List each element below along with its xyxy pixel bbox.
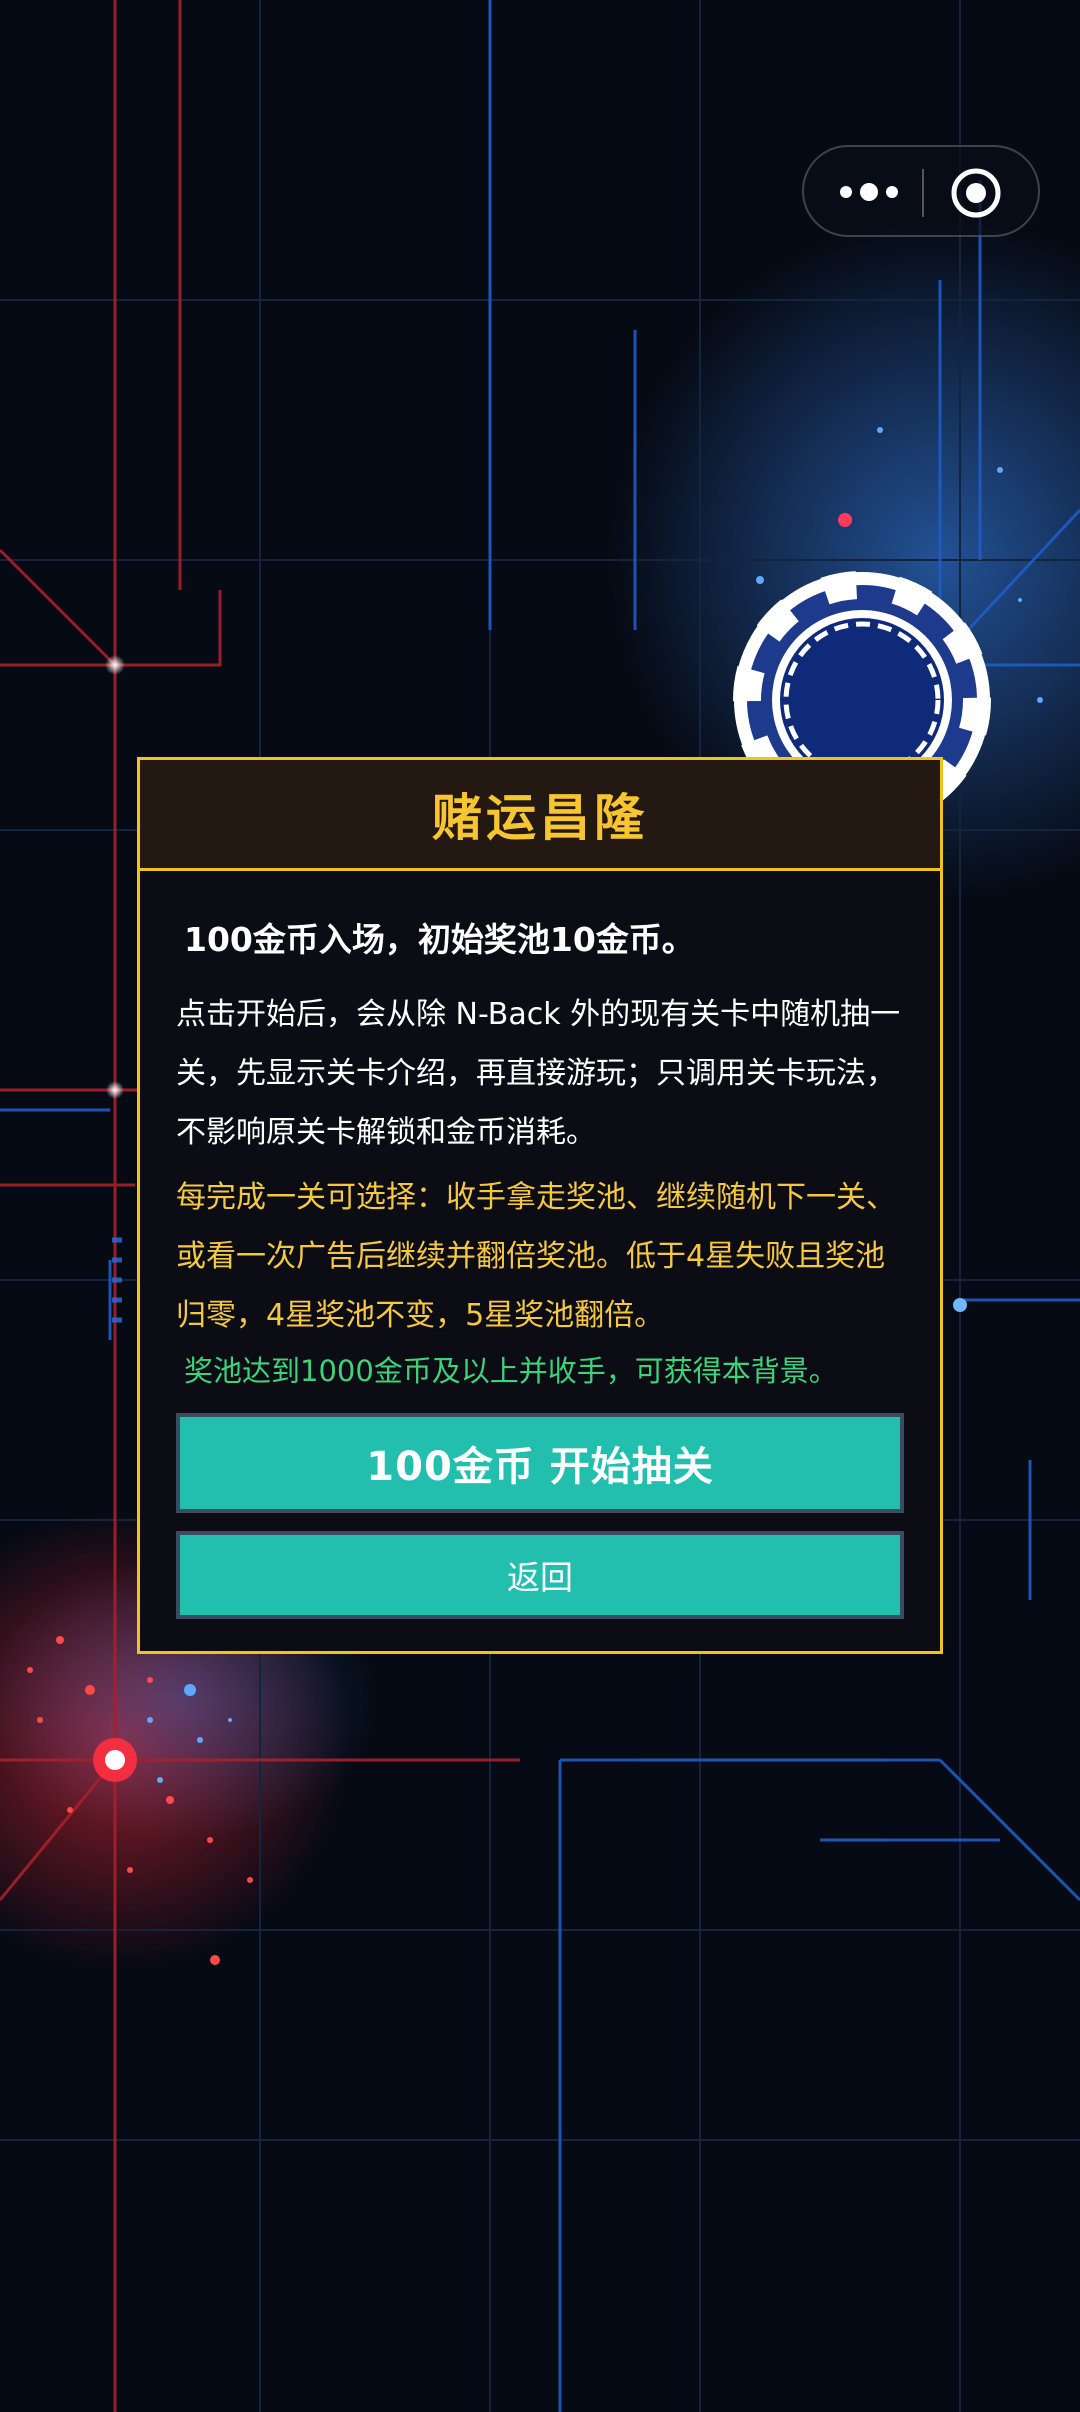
description-text: 点击开始后，会从除 N-Back 外的现有关卡中随机抽一关，先显示关卡介绍，再直… [176, 997, 901, 1150]
back-button[interactable]: 返回 [176, 1531, 904, 1619]
close-icon[interactable] [950, 167, 1002, 219]
entry-fee-headline: 100金币入场，初始奖池10金币。 [184, 920, 695, 959]
dialog-header: 赌运昌隆 [140, 760, 940, 871]
dialog-body: 100金币入场，初始奖池10金币。 点击开始后，会从除 N-Back 外的现有关… [140, 913, 940, 1619]
dialog-title: 赌运昌隆 [432, 789, 648, 847]
reward-note: 奖池达到1000金币及以上并收手，可获得本背景。 [184, 1354, 838, 1388]
capsule-divider [922, 169, 924, 217]
start-draw-button[interactable]: 100金币 开始抽关 [176, 1413, 904, 1513]
mini-program-capsule [802, 145, 1040, 237]
more-icon[interactable] [834, 174, 916, 210]
gamble-dialog: 赌运昌隆 100金币入场，初始奖池10金币。 点击开始后，会从除 N-Back … [137, 757, 943, 1654]
rules-text: 每完成一关可选择：收手拿走奖池、继续随机下一关、或看一次广告后继续并翻倍奖池。低… [176, 1180, 896, 1333]
